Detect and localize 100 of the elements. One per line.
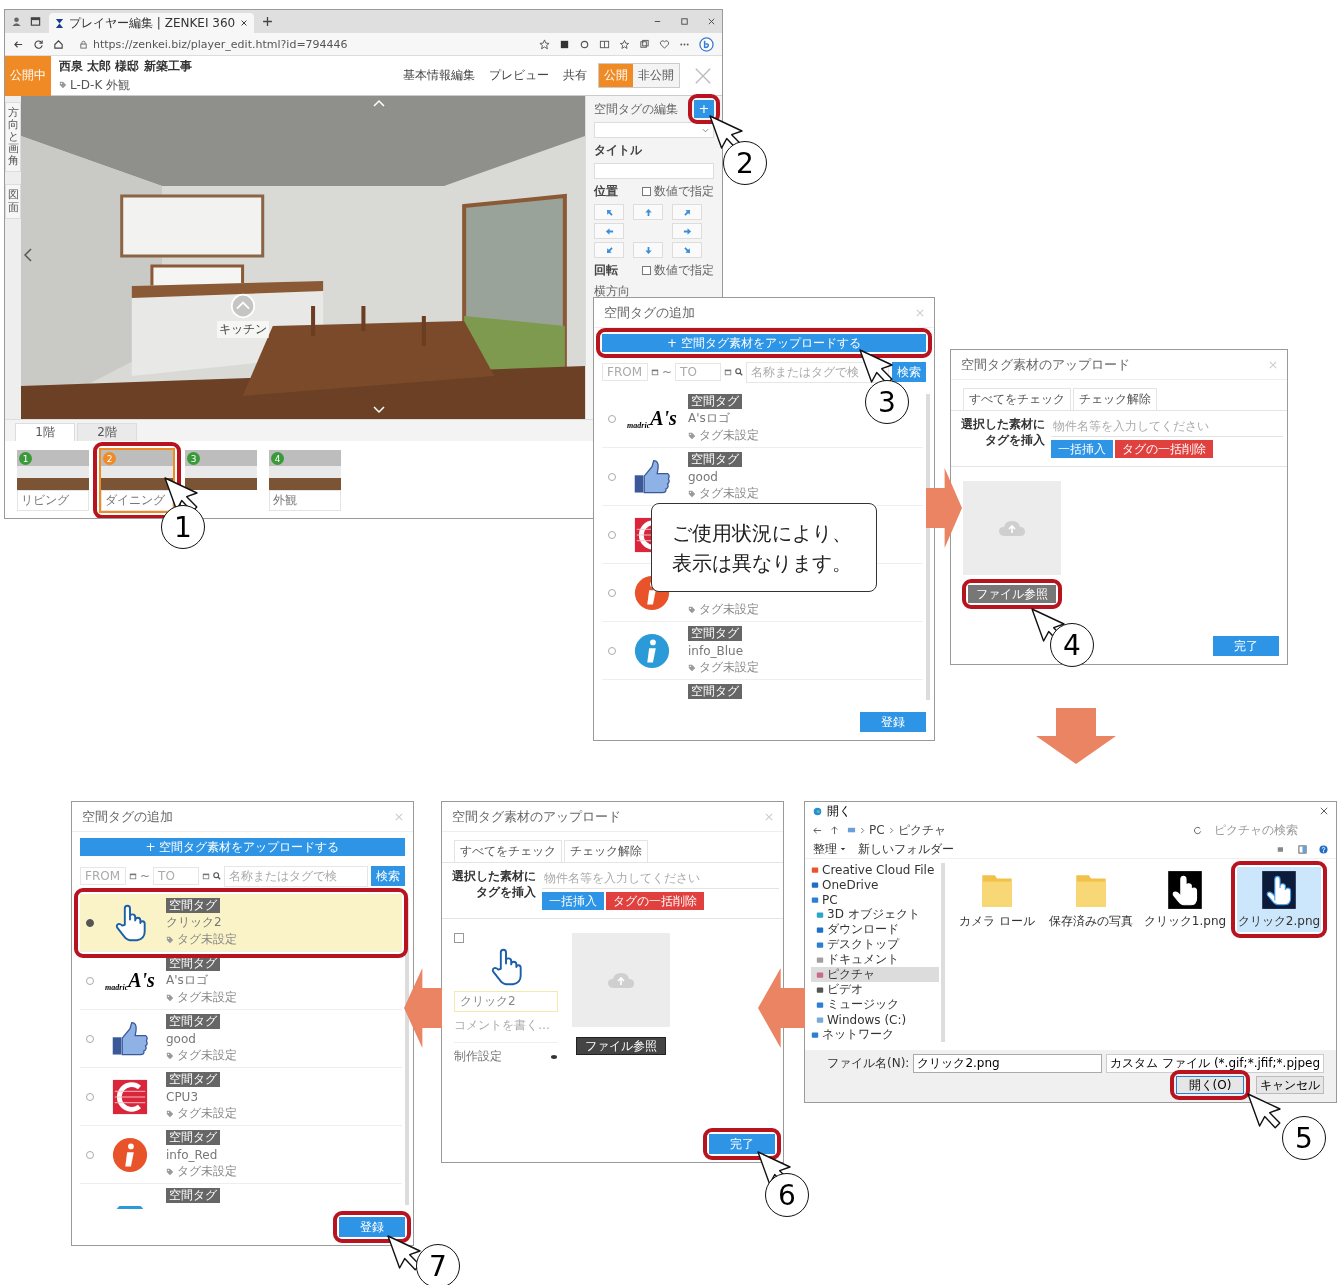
tag-list-item[interactable]: 空間タグ [602,680,923,704]
back-icon[interactable] [813,825,822,835]
star-icon[interactable] [539,38,550,50]
home-icon[interactable] [53,38,64,50]
heart-icon[interactable] [659,38,670,50]
name-field[interactable]: クリック2 [454,991,558,1012]
refresh-icon[interactable] [1193,825,1202,835]
floor-tab[interactable]: 2階 [77,423,137,441]
nav-item[interactable]: ネットワーク [811,1027,939,1042]
circle-icon[interactable] [579,38,590,50]
new-tab-icon[interactable] [262,16,274,27]
nav-item[interactable]: Creative Cloud File [811,862,939,877]
nav-item[interactable]: デスクトップ [811,937,939,952]
nav-item[interactable]: ピクチャ [811,967,939,982]
path-bar[interactable]: PC ピクチャ [847,821,1202,839]
move-arrow-button[interactable] [594,242,624,258]
file-type-dropdown[interactable]: カスタム ファイル (*.gif;*.jfif;*.pjpeg [1106,1054,1324,1073]
reload-icon[interactable] [33,38,44,50]
cancel-button[interactable]: キャンセル [1256,1076,1324,1094]
bulk-delete-button[interactable]: タグの一括削除 [1115,440,1213,458]
room-view-drawing[interactable] [21,96,585,419]
calendar-icon[interactable] [724,368,733,376]
organize-button[interactable]: 整理 [813,840,846,858]
browse-file-button[interactable]: ファイル参照 [576,1037,666,1055]
path-segment[interactable]: PC [869,823,885,837]
scene-thumbnail[interactable]: 4 外観 [267,448,343,513]
uncheck-button[interactable]: チェック解除 [1073,388,1157,410]
nav-item[interactable]: Windows (C:) [811,1012,939,1027]
path-segment[interactable]: ピクチャ [897,821,946,839]
hotspot-icon[interactable] [230,293,256,319]
radio-button[interactable] [86,918,94,927]
scrollbar[interactable] [941,863,945,1042]
scene-thumbnail[interactable]: 2 ダイニング [99,448,175,513]
calendar-icon[interactable] [202,872,211,880]
nav-item[interactable]: ビデオ [811,982,939,997]
up-icon[interactable] [830,825,839,835]
header-link[interactable]: 共有 [560,67,590,84]
file-item[interactable]: クリック1.png [1143,867,1227,932]
file-name-field[interactable]: クリック2.png [913,1054,1103,1073]
favorites-icon[interactable] [619,38,630,50]
scene-thumbnail[interactable]: 1 リビング [15,448,91,513]
close-icon[interactable] [707,17,716,26]
collections-icon[interactable] [639,38,650,50]
profile-icon[interactable] [11,16,22,27]
nav-item[interactable]: ダウンロード [811,922,939,937]
scene-thumbnail[interactable]: 3 [183,448,259,492]
tag-list-item[interactable]: 空間タグ info_Blue タグ未設定 [602,622,923,680]
tag-list-item[interactable]: 空間タグ good タグ未設定 [80,1010,402,1068]
split-screen-icon[interactable] [599,38,610,50]
preview-pane-icon[interactable] [1298,844,1307,854]
chevron-down-icon[interactable] [373,406,385,414]
nav-item[interactable]: OneDrive [811,877,939,892]
tabs-icon[interactable] [30,16,41,27]
browser-tab[interactable]: プレイヤー編集 | ZENKEI 360 [49,13,255,33]
move-arrow-button[interactable] [672,223,702,239]
side-tab[interactable]: 図面 [5,184,21,219]
move-arrow-button[interactable] [672,242,702,258]
maximize-icon[interactable] [680,17,689,26]
browse-file-button[interactable]: ファイル参照 [968,585,1056,603]
nav-item[interactable]: ミュージック [811,997,939,1012]
nav-item[interactable]: PC [811,892,939,907]
scrollbar[interactable] [405,898,409,1205]
calendar-icon[interactable] [129,872,137,880]
calendar-icon[interactable] [651,368,659,376]
close-icon[interactable] [1320,807,1328,815]
tag-list-item[interactable]: 空間タグ info_Red タグ未設定 [80,1126,402,1184]
move-arrow-button[interactable] [633,242,663,258]
chat-assistant-icon[interactable] [699,36,714,52]
open-button[interactable]: 開く(O) [1176,1076,1244,1094]
new-folder-button[interactable]: 新しいフォルダー [858,840,954,858]
title-field[interactable] [594,163,714,179]
address-bar[interactable]: https://zenkei.biz/player_edit.html?id=794446 [73,36,530,52]
move-arrow-button[interactable] [672,204,702,220]
tag-list-item[interactable]: 空間タグ クリック2 タグ未設定 [80,894,402,952]
check-all-button[interactable]: すべてをチェック [963,388,1071,410]
dropdown[interactable] [594,122,714,138]
help-icon[interactable] [1319,844,1328,854]
nav-item[interactable]: ドキュメント [811,952,939,967]
move-arrow-button[interactable] [633,204,663,220]
uncheck-button[interactable]: チェック解除 [564,840,648,862]
eye-icon[interactable] [550,1053,558,1060]
file-item[interactable]: カメラ ロール [955,867,1039,932]
publish-toggle-option[interactable]: 非公開 [633,64,679,87]
checkbox[interactable] [642,266,651,275]
move-arrow-button[interactable] [594,204,624,220]
move-arrow-button[interactable] [594,223,624,239]
close-icon[interactable] [240,19,249,27]
file-item[interactable]: 保存済みの写真 [1049,867,1133,932]
bulk-delete-button[interactable]: タグの一括削除 [606,892,704,910]
file-item[interactable]: クリック2.png [1237,867,1321,932]
chevron-up-icon[interactable] [373,99,385,107]
checkbox[interactable] [454,933,464,943]
checkbox[interactable] [642,187,651,196]
check-all-button[interactable]: すべてをチェック [454,840,562,862]
floor-tab[interactable]: 1階 [15,423,75,441]
nav-item[interactable]: 3D オブジェクト [811,907,939,922]
side-tab[interactable]: 方向と画角 [5,102,21,173]
chevron-left-icon[interactable] [24,248,32,262]
header-link[interactable]: プレビュー [486,67,552,84]
tag-list-item[interactable]: 空間タグ CPU3 タグ未設定 [80,1068,402,1126]
